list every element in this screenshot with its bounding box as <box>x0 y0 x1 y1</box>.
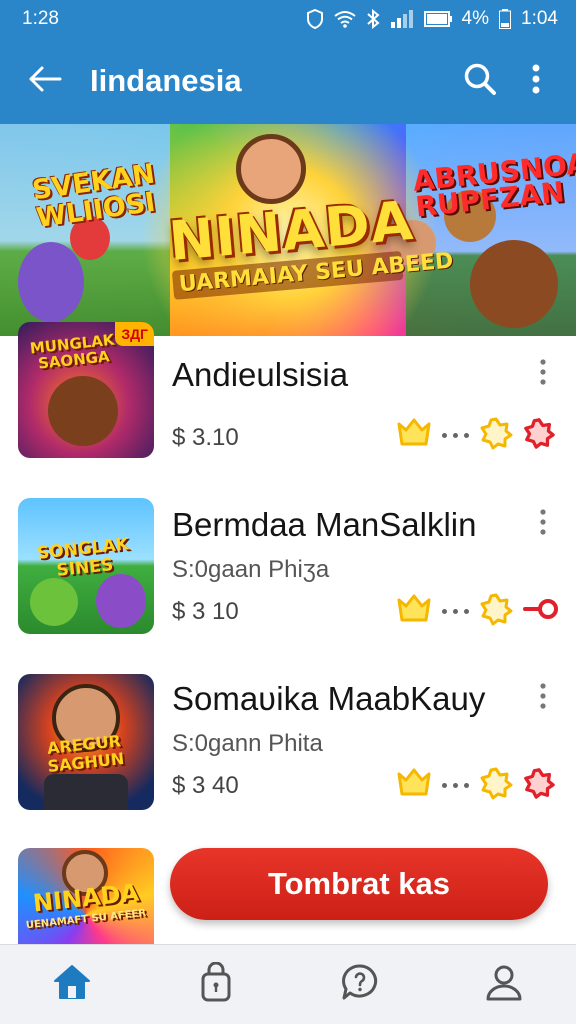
item-more-button[interactable] <box>528 354 558 394</box>
overflow-menu-button[interactable] <box>508 53 564 109</box>
item-thumbnail: MUNGLAK SAONGA ЗДГ <box>18 322 154 458</box>
item-title: Andieulsisia <box>172 356 349 393</box>
more-vertical-icon <box>532 64 540 99</box>
thumb-character <box>48 376 118 446</box>
page-title: Iindanesia <box>90 63 242 98</box>
nav-profile[interactable] <box>464 950 544 1020</box>
more-vertical-icon <box>540 358 546 390</box>
chat-bubble-icon <box>340 962 380 1007</box>
item-subtitle: S:0gann Phita <box>172 730 323 757</box>
thumb-character-purple <box>96 574 146 628</box>
red-flower-badge-icon <box>523 417 555 454</box>
arrow-left-icon <box>28 65 62 98</box>
wifi-icon <box>333 10 356 28</box>
person-icon <box>484 962 524 1007</box>
promo-banner[interactable]: SVEKAN WLIIOSI ABRUSNOAS RUPFZAN NINADA … <box>0 124 576 336</box>
item-thumbnail: AREGUR SAGHUN <box>18 674 154 810</box>
banner-character-hero <box>236 134 306 204</box>
nav-home[interactable] <box>32 950 112 1020</box>
lock-bag-icon <box>199 961 233 1007</box>
item-price: $ 3.10 <box>172 424 239 451</box>
item-price: $ 3 10 <box>172 598 239 625</box>
battery-outline-icon <box>423 11 452 27</box>
red-key-badge-icon <box>523 596 559 627</box>
item-title: Bermdaa ManSalklin <box>172 506 477 543</box>
item-more-button[interactable] <box>528 678 558 718</box>
shield-icon <box>306 9 324 29</box>
item-badges <box>396 592 559 631</box>
red-flower-badge-icon <box>523 767 555 804</box>
item-price: $ 3 40 <box>172 772 239 799</box>
list-item[interactable]: MUNGLAK SAONGA ЗДГ Andieulsisia $ 3.10 <box>0 322 576 496</box>
item-subtitle: S:0gaan Phiʒa <box>172 556 330 583</box>
status-icons: 4% 1:04 <box>306 8 558 30</box>
status-time-left: 1:28 <box>22 8 59 29</box>
thumb-character-green <box>30 578 78 626</box>
home-icon <box>53 964 91 1005</box>
crown-badge-icon <box>396 592 432 631</box>
banner-character-purple <box>18 242 84 322</box>
thumb-title: MUNGLAK SAONGA <box>29 330 116 373</box>
thumb-corner-tag: ЗДГ <box>115 322 154 346</box>
app-bar: Iindanesia <box>0 38 576 124</box>
item-title: Somaʋika MaabKauy <box>172 680 486 717</box>
item-thumbnail: NINADA UENAMAFT SU AFEER <box>18 848 154 944</box>
crown-badge-icon <box>396 416 432 455</box>
cta-button[interactable]: Tombrat kas <box>170 848 548 920</box>
thumb-jacket <box>44 774 128 810</box>
status-bar: 1:28 4% 1:04 <box>0 0 576 38</box>
more-vertical-icon <box>540 682 546 714</box>
dots-separator <box>442 433 469 438</box>
banner-right-text: ABRUSNOAS RUPFZAN <box>411 144 576 224</box>
search-button[interactable] <box>452 53 508 109</box>
flower-badge-icon <box>479 766 513 805</box>
signal-icon <box>390 10 414 28</box>
item-more-button[interactable] <box>528 504 558 544</box>
banner-character-bear <box>470 240 558 328</box>
list-item[interactable]: AREGUR SAGHUN Somaʋika MaabKauy S:0gann … <box>0 672 576 848</box>
bluetooth-icon <box>366 9 380 29</box>
item-thumbnail: SONGLAK SINES <box>18 498 154 634</box>
flower-badge-icon <box>479 592 513 631</box>
crown-badge-icon <box>396 766 432 805</box>
search-icon <box>463 62 497 101</box>
dots-separator <box>442 609 469 614</box>
battery-percent: 4% <box>461 8 490 29</box>
flower-badge-icon <box>479 416 513 455</box>
dots-separator <box>442 783 469 788</box>
thumb-title: AREGUR SAGHUN <box>46 731 126 776</box>
nav-chat[interactable] <box>320 950 400 1020</box>
item-badges <box>396 416 555 455</box>
bottom-nav <box>0 944 576 1024</box>
battery-icon <box>499 9 512 29</box>
list-item[interactable]: SONGLAK SINES Bermdaa ManSalklin S:0gaan… <box>0 496 576 672</box>
item-badges <box>396 766 555 805</box>
nav-bag[interactable] <box>176 950 256 1020</box>
status-time-right: 1:04 <box>521 8 558 29</box>
more-vertical-icon <box>540 508 546 540</box>
